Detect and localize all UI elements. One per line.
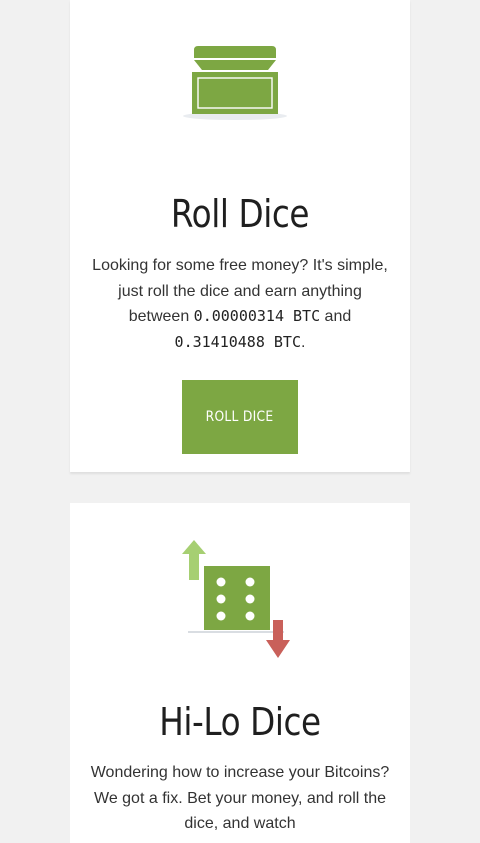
roll-dice-button[interactable]: ROLL DICE (182, 380, 298, 454)
treasure-chest-icon (183, 46, 287, 120)
roll-dice-description-end: . (300, 333, 306, 351)
max-btc-amount: 0.31410488 BTC (174, 332, 301, 351)
up-arrow-icon (182, 540, 206, 580)
roll-dice-description: Looking for some free money? It's simple… (86, 253, 394, 355)
hilo-dice-title: Hi-Lo Dice (159, 700, 321, 744)
hilo-dice-description: Wondering how to increase your Bitcoins?… (90, 764, 390, 832)
min-btc-amount: 0.00000314 BTC (193, 307, 321, 325)
roll-dice-description-and: and (320, 308, 352, 325)
roll-dice-title: Roll Dice (170, 192, 310, 236)
roll-dice-button-label: ROLL DICE (206, 409, 274, 425)
hi-lo-dice-icon (182, 540, 290, 658)
